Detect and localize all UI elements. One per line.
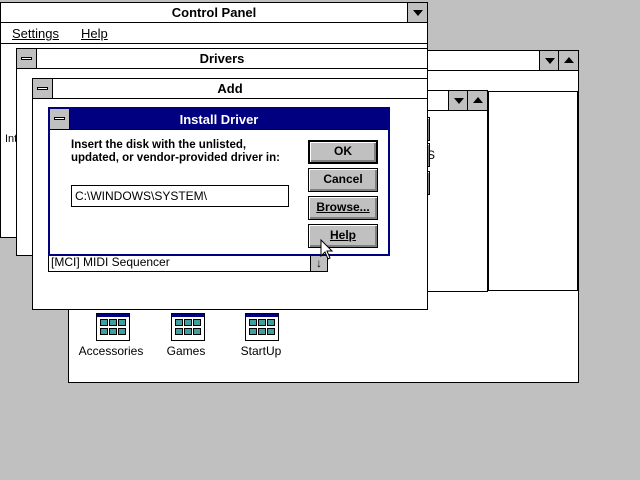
cancel-button[interactable]: Cancel — [308, 168, 378, 192]
maximize-arrow-icon — [473, 97, 483, 103]
program-group-icon-games[interactable]: Games — [151, 313, 221, 363]
menu-bar: Settings Help — [1, 23, 427, 44]
window-title: Add — [217, 81, 243, 96]
inner-window-edge — [488, 91, 578, 291]
browse-button[interactable]: Browse... — [308, 196, 378, 220]
program-group-icon-accessories[interactable]: Accessories — [75, 313, 145, 363]
program-group-icon — [171, 313, 205, 341]
program-group-icon — [96, 313, 130, 341]
maximize-button[interactable] — [467, 91, 487, 110]
program-group-icon-startup[interactable]: StartUp — [226, 313, 296, 363]
icon-label: Games — [166, 344, 206, 358]
minimize-button[interactable] — [539, 51, 559, 70]
minimize-button[interactable] — [448, 91, 468, 110]
drivers-titlebar[interactable]: Drivers — [17, 49, 427, 69]
minimize-arrow-icon — [545, 58, 555, 64]
maximize-arrow-icon — [564, 57, 574, 63]
add-titlebar[interactable]: Add — [33, 79, 427, 99]
menu-settings[interactable]: Settings — [12, 26, 59, 41]
icon-label: StartUp — [240, 344, 282, 358]
install-driver-dialog: Install Driver Insert the disk with the … — [48, 107, 390, 256]
window-title: Install Driver — [179, 112, 259, 127]
window-title: Drivers — [199, 51, 245, 66]
install-prompt: Insert the disk with the unlisted, updat… — [71, 139, 280, 164]
driver-list[interactable]: [MCI] MIDI Sequencer ↓ — [48, 254, 328, 272]
icon-label: Accessories — [78, 344, 144, 358]
install-driver-titlebar[interactable]: Install Driver — [50, 109, 388, 130]
control-panel-titlebar[interactable]: Control Panel — [1, 3, 427, 23]
maximize-button[interactable] — [558, 51, 578, 70]
mouse-cursor-icon — [320, 239, 334, 260]
minimize-arrow-icon — [413, 10, 423, 16]
menu-help[interactable]: Help — [81, 26, 108, 41]
window-title: Control Panel — [171, 5, 257, 20]
path-value: C:\WINDOWS\SYSTEM\ — [75, 189, 207, 203]
program-group-icon — [245, 313, 279, 341]
path-field[interactable]: C:\WINDOWS\SYSTEM\ — [71, 185, 289, 207]
help-button[interactable]: Help — [308, 224, 378, 248]
minimize-button[interactable] — [407, 3, 427, 22]
minimize-arrow-icon — [454, 98, 464, 104]
selected-driver: [MCI] MIDI Sequencer — [51, 255, 170, 269]
ok-button[interactable]: OK — [308, 140, 378, 164]
